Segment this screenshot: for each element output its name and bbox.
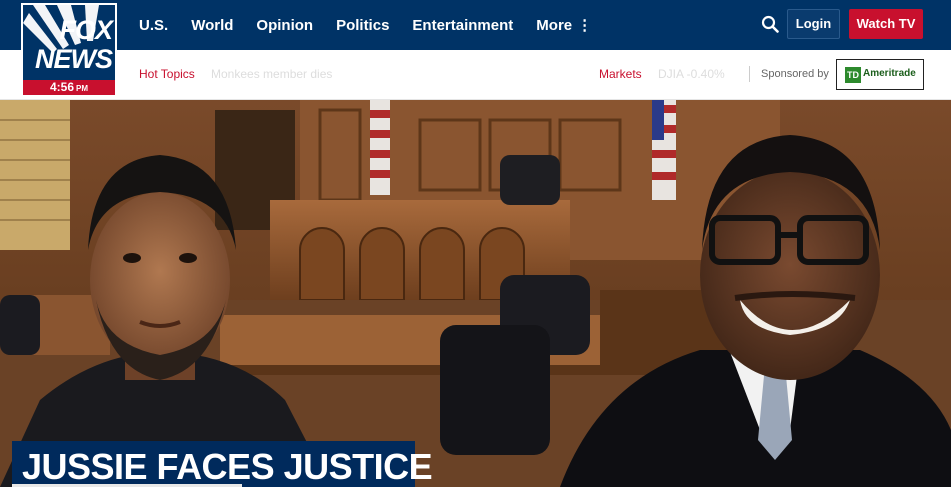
sponsor-logo[interactable]: TD Ameritrade xyxy=(836,59,924,90)
clock-time: 4:56 xyxy=(49,80,75,94)
hot-topics-label: Hot Topics xyxy=(139,67,195,81)
nav-item-opinion[interactable]: Opinion xyxy=(256,17,313,34)
headline-text[interactable]: JUSSIE FACES JUSTICE xyxy=(22,447,433,487)
vertical-dots-icon: ⋮ xyxy=(577,17,593,34)
nav-more-label: More xyxy=(536,17,573,34)
trending-bar: Hot Topics Monkees member dies Markets D… xyxy=(0,50,951,100)
nav-item-us[interactable]: U.S. xyxy=(139,17,168,34)
hero-image[interactable] xyxy=(0,100,951,487)
watch-tv-button[interactable]: Watch TV xyxy=(849,9,923,39)
fox-news-logo[interactable]: FOX NEWS 4:56 PM xyxy=(21,3,117,97)
search-icon[interactable] xyxy=(761,15,779,33)
logo-word-news: NEWS xyxy=(35,44,113,74)
sponsor-name: Ameritrade xyxy=(863,68,916,79)
courtroom-photo xyxy=(0,100,951,487)
hot-topic-link[interactable]: Monkees member dies xyxy=(211,67,332,81)
markets-ticker[interactable]: DJIA -0.40% xyxy=(658,67,725,81)
main-nav: U.S. World Opinion Politics Entertainmen… xyxy=(139,0,615,50)
td-mark: TD xyxy=(845,67,861,83)
nav-item-world[interactable]: World xyxy=(191,17,233,34)
login-button[interactable]: Login xyxy=(787,9,840,39)
clock-ampm: PM xyxy=(76,84,89,93)
markets-label[interactable]: Markets xyxy=(599,67,642,81)
sponsored-by-label: Sponsored by xyxy=(761,68,829,80)
logo-clock: 4:56 PM xyxy=(23,80,115,95)
nav-item-more[interactable]: More ⋮ xyxy=(536,16,592,34)
nav-item-politics[interactable]: Politics xyxy=(336,17,389,34)
logo-word-fox: FOX xyxy=(59,15,113,45)
subbar-divider xyxy=(749,66,750,82)
nav-item-entertainment[interactable]: Entertainment xyxy=(412,17,513,34)
